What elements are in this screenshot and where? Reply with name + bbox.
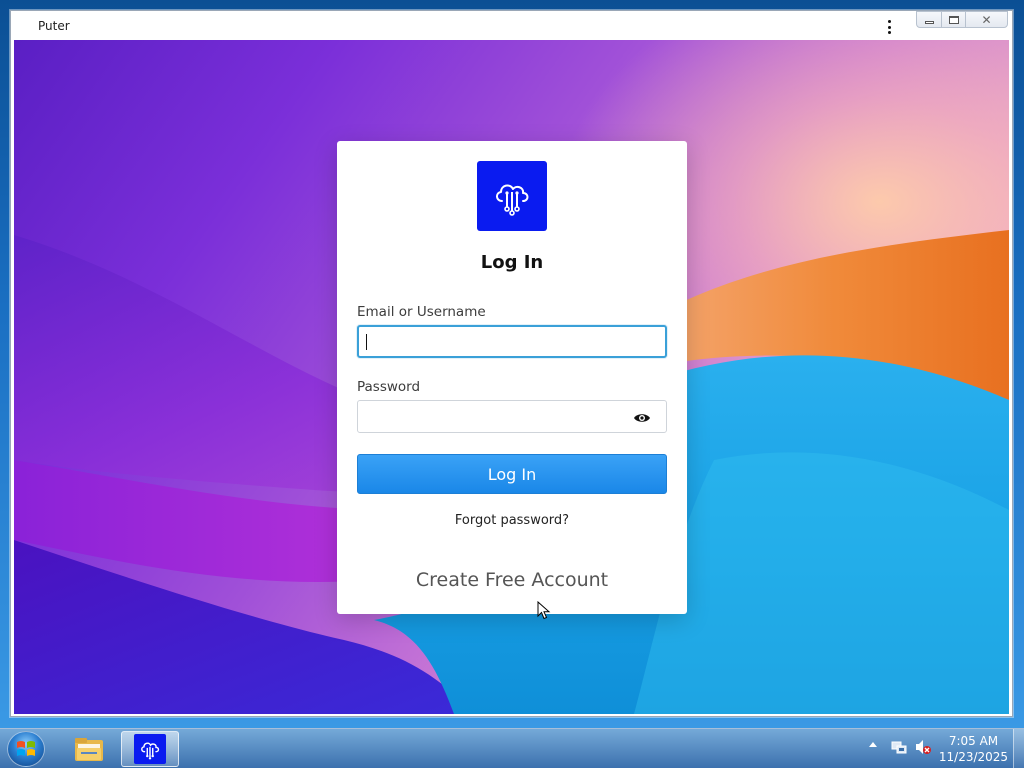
folder-icon (75, 738, 103, 761)
password-input[interactable] (357, 400, 667, 433)
show-hidden-icons-button[interactable] (869, 742, 877, 747)
forgot-password-link[interactable]: Forgot password? (337, 513, 687, 528)
close-icon: ✕ (981, 12, 992, 27)
window-titlebar[interactable]: Puter ✕ (11, 11, 1012, 40)
login-title: Log In (480, 252, 544, 273)
email-label: Email or Username (357, 304, 486, 320)
start-button[interactable] (7, 731, 45, 767)
puter-logo (477, 161, 547, 231)
system-clock[interactable]: 7:05 AM 11/23/2025 (936, 733, 1011, 765)
show-desktop-button[interactable] (1013, 729, 1024, 768)
maximize-button[interactable] (941, 11, 966, 28)
taskbar-file-explorer[interactable] (60, 731, 118, 767)
kebab-menu-icon[interactable] (883, 18, 895, 36)
network-icon[interactable] (891, 739, 907, 755)
text-caret (366, 334, 367, 350)
window-title: Puter (38, 19, 70, 33)
close-button[interactable]: ✕ (965, 11, 1008, 28)
eye-icon (634, 414, 650, 422)
minimize-icon (924, 20, 934, 24)
minimize-button[interactable] (916, 11, 942, 28)
mouse-pointer-icon (537, 601, 551, 620)
taskbar (0, 728, 1024, 768)
login-card: Log In Email or Username Password Log In… (337, 141, 687, 614)
create-account-link[interactable]: Create Free Account (337, 569, 687, 591)
maximize-icon (948, 15, 959, 24)
login-submit-button[interactable]: Log In (357, 454, 667, 494)
volume-muted-icon[interactable] (914, 739, 932, 755)
cloud-circuit-icon (496, 184, 529, 216)
windows-logo-icon (17, 741, 35, 756)
show-password-button[interactable] (625, 407, 659, 429)
puter-logo-icon (134, 734, 166, 764)
clock-date: 11/23/2025 (938, 750, 1009, 764)
email-username-input[interactable] (357, 325, 667, 358)
password-label: Password (357, 379, 421, 395)
clock-time: 7:05 AM (948, 734, 999, 748)
taskbar-puter[interactable] (121, 731, 179, 767)
